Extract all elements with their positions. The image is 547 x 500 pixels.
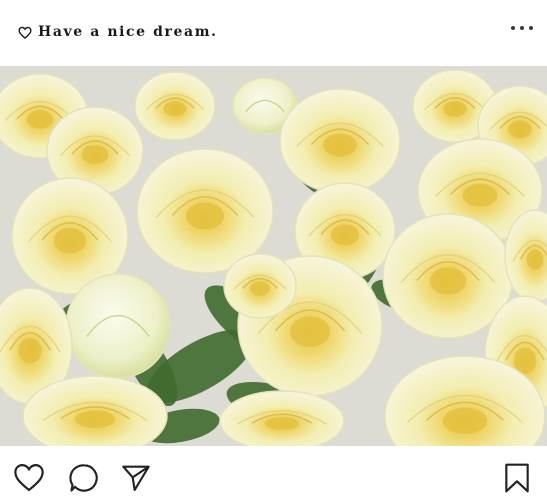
paper-plane-icon[interactable] bbox=[120, 462, 152, 494]
more-dot bbox=[529, 26, 533, 30]
roses-image bbox=[0, 66, 547, 446]
rose-bud bbox=[65, 273, 171, 379]
rose-bloom bbox=[219, 390, 345, 446]
rose-bloom bbox=[134, 71, 216, 141]
post-photo bbox=[0, 66, 547, 446]
heart-outline-icon[interactable] bbox=[12, 462, 46, 492]
caption-text: Have a nice dream. bbox=[38, 24, 218, 40]
rose-bloom bbox=[279, 88, 401, 194]
rose-bloom bbox=[223, 253, 297, 319]
heart-outline-icon[interactable] bbox=[18, 26, 32, 39]
action-bar bbox=[0, 446, 547, 500]
bookmark-icon[interactable] bbox=[502, 462, 532, 494]
comment-bubble-icon[interactable] bbox=[68, 462, 100, 494]
more-options-icon[interactable] bbox=[511, 18, 533, 38]
more-dot bbox=[520, 26, 524, 30]
more-dot bbox=[511, 26, 515, 30]
post-caption: Have a nice dream. bbox=[18, 24, 218, 40]
post-header: Have a nice dream. bbox=[0, 0, 547, 66]
